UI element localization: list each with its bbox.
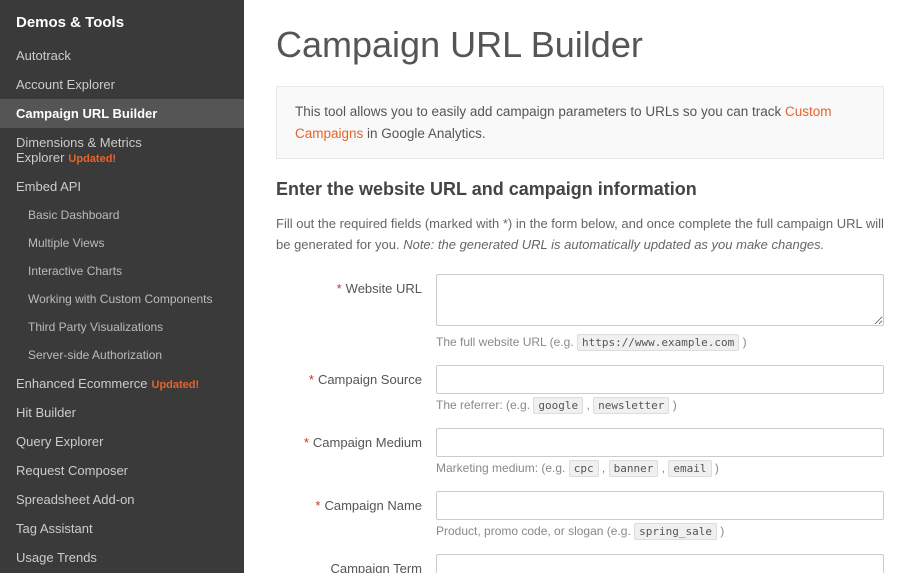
- campaign-term-input[interactable]: [436, 554, 884, 573]
- sidebar-item-autotrack[interactable]: Autotrack: [0, 41, 244, 70]
- sidebar-item-label-interactive-charts: Interactive Charts: [28, 264, 122, 278]
- sidebar-item-label-spreadsheet-add-on: Spreadsheet Add-on: [16, 492, 135, 507]
- form-label-campaign-source: *Campaign Source: [276, 365, 436, 387]
- campaign-medium-input[interactable]: [436, 428, 884, 457]
- field-hint-campaign-name: Product, promo code, or slogan (e.g. spr…: [436, 524, 884, 538]
- sidebar-item-tag-assistant[interactable]: Tag Assistant: [0, 514, 244, 543]
- form-field-wrap-campaign-name: Product, promo code, or slogan (e.g. spr…: [436, 491, 884, 538]
- field-hint-code-campaign-medium-2: email: [668, 460, 711, 477]
- form-label-campaign-medium: *Campaign Medium: [276, 428, 436, 450]
- intro-text-after: in Google Analytics.: [363, 126, 485, 141]
- intro-box: This tool allows you to easily add campa…: [276, 86, 884, 159]
- form-field-wrap-website-url: The full website URL (e.g. https://www.e…: [436, 274, 884, 349]
- sidebar-item-usage-trends[interactable]: Usage Trends: [0, 543, 244, 572]
- sidebar-item-label-campaign-url-builder: Campaign URL Builder: [16, 106, 157, 121]
- sidebar-item-label-autotrack: Autotrack: [16, 48, 71, 63]
- form-label-website-url: *Website URL: [276, 274, 436, 296]
- form-label-campaign-name: *Campaign Name: [276, 491, 436, 513]
- field-hint-code-campaign-medium-1: banner: [609, 460, 659, 477]
- field-hint-code-campaign-source-1: newsletter: [593, 397, 669, 414]
- updated-badge-enhanced-ecommerce: Updated!: [152, 379, 200, 391]
- sidebar-item-third-party[interactable]: Third Party Visualizations: [0, 313, 244, 341]
- form-label-campaign-term: Campaign Term: [276, 554, 436, 573]
- required-star-website-url: *: [337, 281, 342, 296]
- required-star-campaign-source: *: [309, 372, 314, 387]
- required-star-campaign-name: *: [315, 498, 320, 513]
- field-hint-code-campaign-source-0: google: [533, 397, 583, 414]
- field-hint-campaign-medium: Marketing medium: (e.g. cpc , banner , e…: [436, 461, 884, 475]
- sidebar-item-embed-api[interactable]: Embed API: [0, 172, 244, 201]
- sidebar-item-label-third-party: Third Party Visualizations: [28, 320, 163, 334]
- intro-text-before: This tool allows you to easily add campa…: [295, 104, 785, 119]
- field-hint-code-website-url: https://www.example.com: [577, 334, 739, 351]
- form-field-wrap-campaign-source: The referrer: (e.g. google , newsletter …: [436, 365, 884, 412]
- website-url-input[interactable]: [436, 274, 884, 326]
- sidebar-item-server-side-auth[interactable]: Server-side Authorization: [0, 341, 244, 369]
- page-title: Campaign URL Builder: [276, 24, 884, 66]
- sidebar-item-label-enhanced-ecommerce: Enhanced Ecommerce: [16, 376, 148, 391]
- form-field-wrap-campaign-medium: Marketing medium: (e.g. cpc , banner , e…: [436, 428, 884, 475]
- campaign-name-input[interactable]: [436, 491, 884, 520]
- sidebar-item-query-explorer[interactable]: Query Explorer: [0, 427, 244, 456]
- form-row-campaign-source: *Campaign SourceThe referrer: (e.g. goog…: [276, 365, 884, 412]
- form-field-wrap-campaign-term: [436, 554, 884, 573]
- form-row-campaign-term: Campaign Term: [276, 554, 884, 573]
- sidebar-item-spreadsheet-add-on[interactable]: Spreadsheet Add-on: [0, 485, 244, 514]
- field-hint-code-campaign-medium-0: cpc: [569, 460, 599, 477]
- sidebar-item-campaign-url-builder[interactable]: Campaign URL Builder: [0, 99, 244, 128]
- field-hint-code-campaign-name-0: spring_sale: [634, 523, 717, 540]
- sidebar-item-dimensions-metrics[interactable]: Dimensions & Metrics ExplorerUpdated!: [0, 128, 244, 172]
- form-fields: *Website URL The full website URL (e.g. h…: [276, 274, 884, 573]
- form-row-campaign-medium: *Campaign MediumMarketing medium: (e.g. …: [276, 428, 884, 475]
- form-description: Fill out the required fields (marked wit…: [276, 214, 884, 256]
- sidebar-item-multiple-views[interactable]: Multiple Views: [0, 229, 244, 257]
- sidebar-item-interactive-charts[interactable]: Interactive Charts: [0, 257, 244, 285]
- sidebar-item-label-hit-builder: Hit Builder: [16, 405, 76, 420]
- form-row-campaign-name: *Campaign NameProduct, promo code, or sl…: [276, 491, 884, 538]
- sidebar-item-account-explorer[interactable]: Account Explorer: [0, 70, 244, 99]
- required-star-campaign-medium: *: [304, 435, 309, 450]
- campaign-source-input[interactable]: [436, 365, 884, 394]
- sidebar-item-label-embed-api: Embed API: [16, 179, 81, 194]
- main-content: Campaign URL Builder This tool allows yo…: [244, 0, 916, 573]
- sidebar-item-enhanced-ecommerce[interactable]: Enhanced Ecommerce Updated!: [0, 369, 244, 398]
- sidebar-item-label-usage-trends: Usage Trends: [16, 550, 97, 565]
- sidebar-item-hit-builder[interactable]: Hit Builder: [0, 398, 244, 427]
- sidebar-title: Demos & Tools: [0, 0, 244, 41]
- form-row-website-url: *Website URL The full website URL (e.g. h…: [276, 274, 884, 349]
- field-hint-campaign-source: The referrer: (e.g. google , newsletter …: [436, 398, 884, 412]
- sidebar: Demos & Tools Autotrack Account Explorer C…: [0, 0, 244, 573]
- sidebar-item-label-custom-components: Working with Custom Components: [28, 292, 213, 306]
- field-hint-website-url: The full website URL (e.g. https://www.e…: [436, 335, 884, 349]
- sidebar-item-label-account-explorer: Account Explorer: [16, 77, 115, 92]
- sidebar-item-request-composer[interactable]: Request Composer: [0, 456, 244, 485]
- section-heading: Enter the website URL and campaign infor…: [276, 179, 884, 200]
- sidebar-item-label-server-side-auth: Server-side Authorization: [28, 348, 162, 362]
- sidebar-item-label-query-explorer: Query Explorer: [16, 434, 103, 449]
- form-desc-italic: Note: the generated URL is automatically…: [403, 237, 824, 252]
- sidebar-item-basic-dashboard[interactable]: Basic Dashboard: [0, 201, 244, 229]
- sidebar-item-label-basic-dashboard: Basic Dashboard: [28, 208, 119, 222]
- sidebar-item-label-request-composer: Request Composer: [16, 463, 128, 478]
- sidebar-item-label-multiple-views: Multiple Views: [28, 236, 104, 250]
- sidebar-item-custom-components[interactable]: Working with Custom Components: [0, 285, 244, 313]
- sidebar-item-label-tag-assistant: Tag Assistant: [16, 521, 93, 536]
- updated-badge-dimensions-metrics: Updated!: [68, 153, 116, 165]
